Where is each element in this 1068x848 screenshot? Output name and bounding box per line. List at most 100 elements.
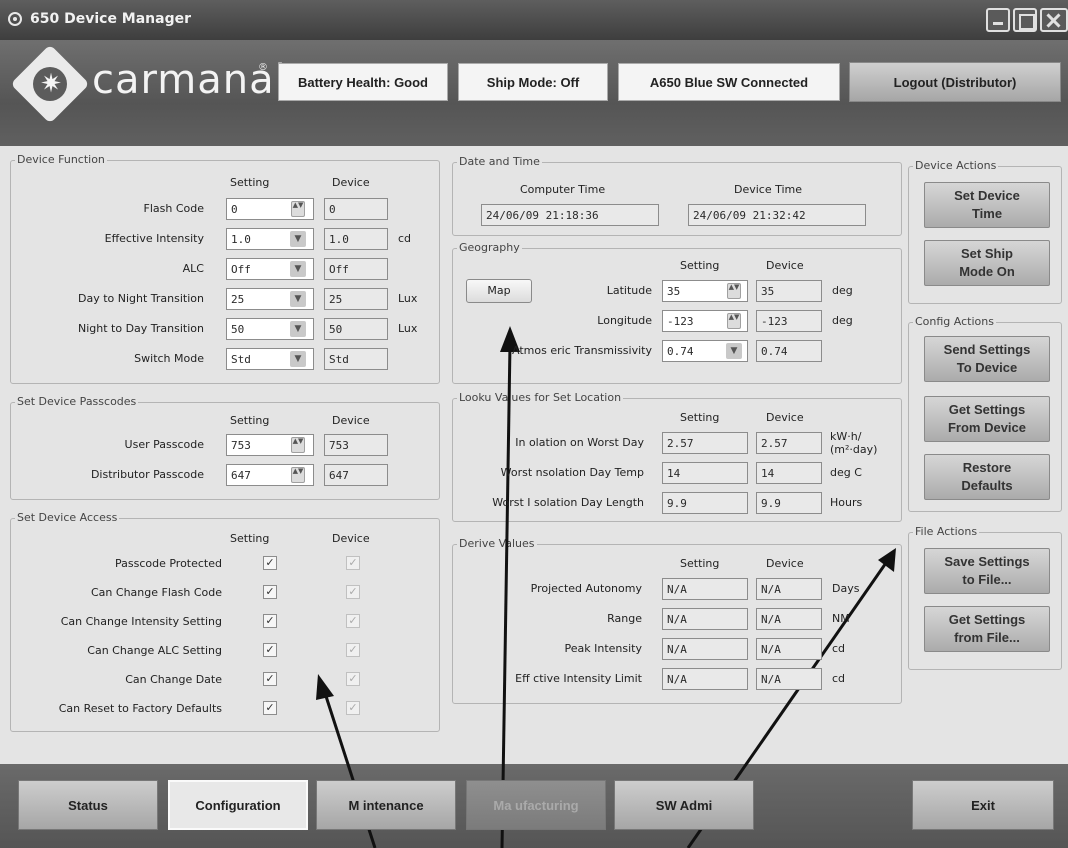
chevron-down-icon[interactable]: ▼ <box>290 261 306 277</box>
setting-field: 9.9 <box>662 492 748 514</box>
device-field: 753 <box>324 434 388 456</box>
row-label: Night to Day Transition <box>77 322 204 335</box>
device-field: Off <box>324 258 388 280</box>
row-label: Projected Autonomy <box>530 582 642 595</box>
column-header-device: Device <box>332 176 370 189</box>
column-header-device: Device <box>332 414 370 427</box>
row-label: Worst nsolation Day Temp <box>500 466 644 479</box>
tab-sw-admin[interactable]: SW Admi <box>614 780 754 830</box>
group-title: Set Device Passcodes <box>15 395 139 408</box>
unit-label: deg C <box>830 466 862 479</box>
device-field: 0 <box>324 198 388 220</box>
setting-checkbox[interactable]: ✓ <box>263 701 277 715</box>
chevron-down-icon[interactable]: ▼ <box>290 321 306 337</box>
setting-checkbox[interactable]: ✓ <box>263 556 277 570</box>
setting-field: N/A <box>662 578 748 600</box>
header-bar: ✷ carmanah ® Battery Health: Good Ship M… <box>0 40 1068 146</box>
unit-label: deg <box>832 284 853 297</box>
unit-label: NM <box>832 612 850 625</box>
group-title: Set Device Access <box>15 511 120 524</box>
row-label: Peak Intensity <box>564 642 643 655</box>
device-checkbox: ✓ <box>346 614 360 628</box>
chevron-down-icon[interactable]: ▼ <box>290 351 306 367</box>
setting-field: N/A <box>662 608 748 630</box>
tab-maintenance[interactable]: M intenance <box>316 780 456 830</box>
get-settings-device-button[interactable]: Get Settings From Device <box>924 396 1050 442</box>
row-label: Latitude <box>606 284 652 297</box>
setting-checkbox[interactable]: ✓ <box>263 672 277 686</box>
chevron-down-icon[interactable]: ▼ <box>290 291 306 307</box>
column-header-setting: Setting <box>230 176 270 189</box>
computer-time-field: 24/06/09 21:18:36 <box>481 204 659 226</box>
minimize-icon[interactable] <box>986 8 1010 32</box>
spinner-icon[interactable]: ▲▼ <box>291 201 305 217</box>
device-field: 2.57 <box>756 432 822 454</box>
unit-label: Lux <box>398 292 418 305</box>
unit-label: cd <box>398 232 412 245</box>
chevron-down-icon[interactable]: ▼ <box>290 231 306 247</box>
spinner-icon[interactable]: ▲▼ <box>727 313 741 329</box>
close-icon[interactable] <box>1040 8 1068 32</box>
row-label: Passcode Protected <box>114 557 222 570</box>
brand-registered-mark: ® <box>258 62 268 73</box>
device-checkbox: ✓ <box>346 672 360 686</box>
device-time-field: 24/06/09 21:32:42 <box>688 204 866 226</box>
row-label: Longitude <box>597 314 652 327</box>
group-title: Geography <box>457 241 522 254</box>
spinner-icon[interactable]: ▲▼ <box>291 467 305 483</box>
row-label: Switch Mode <box>134 352 204 365</box>
unit-label: Hours <box>830 496 863 509</box>
column-header-setting: Setting <box>680 411 720 424</box>
set-device-time-button[interactable]: Set Device Time <box>924 182 1050 228</box>
row-label: Atmos eric Transmissivity <box>512 344 652 357</box>
spinner-icon[interactable]: ▲▼ <box>727 283 741 299</box>
device-field: 1.0 <box>324 228 388 250</box>
save-settings-file-button[interactable]: Save Settings to File... <box>924 548 1050 594</box>
set-ship-mode-button[interactable]: Set Ship Mode On <box>924 240 1050 286</box>
group-title: Config Actions <box>913 315 996 328</box>
setting-checkbox[interactable]: ✓ <box>263 614 277 628</box>
column-header-setting: Setting <box>230 532 270 545</box>
row-label: In olation on Worst Day <box>515 436 644 449</box>
column-header-device: Device <box>332 532 370 545</box>
exit-button[interactable]: Exit <box>912 780 1054 830</box>
computer-time-label: Computer Time <box>520 183 606 196</box>
device-field: 50 <box>324 318 388 340</box>
row-label: Distributor Passcode <box>90 468 204 481</box>
group-title: Looku Values for Set Location <box>457 391 624 404</box>
unit-label: Days <box>832 582 860 595</box>
row-label: ALC <box>182 262 204 275</box>
device-field: N/A <box>756 608 822 630</box>
setting-checkbox[interactable]: ✓ <box>263 585 277 599</box>
restore-defaults-button[interactable]: Restore Defaults <box>924 454 1050 500</box>
device-field: Std <box>324 348 388 370</box>
device-manager-window: 650 Device Manager ✷ carmanah ® Battery … <box>0 0 1068 848</box>
row-label: Day to Night Transition <box>77 292 204 305</box>
row-label: Effective Intensity <box>104 232 204 245</box>
row-label: Can Reset to Factory Defaults <box>58 702 222 715</box>
send-settings-button[interactable]: Send Settings To Device <box>924 336 1050 382</box>
device-field: N/A <box>756 668 822 690</box>
setting-checkbox[interactable]: ✓ <box>263 643 277 657</box>
device-time-label: Device Time <box>734 183 803 196</box>
connection-status: A650 Blue SW Connected <box>618 63 840 101</box>
device-field: 25 <box>324 288 388 310</box>
spinner-icon[interactable]: ▲▼ <box>291 437 305 453</box>
column-header-device: Device <box>766 557 804 570</box>
chevron-down-icon[interactable]: ▼ <box>726 343 742 359</box>
logout-button[interactable]: Logout (Distributor) <box>849 62 1061 102</box>
row-label: Can Change Date <box>125 673 222 686</box>
tab-configuration[interactable]: Configuration <box>168 780 308 830</box>
unit-label: cd <box>832 672 846 685</box>
unit-label: cd <box>832 642 846 655</box>
maximize-icon[interactable] <box>1013 8 1037 32</box>
group-title: Device Actions <box>913 159 999 172</box>
title-bar: 650 Device Manager <box>0 0 1068 40</box>
unit-label: deg <box>832 314 853 327</box>
row-label: Can Change ALC Setting <box>87 644 222 657</box>
column-header-device: Device <box>766 411 804 424</box>
row-label: Can Change Flash Code <box>91 586 222 599</box>
tab-status[interactable]: Status <box>18 780 158 830</box>
get-settings-file-button[interactable]: Get Settings from File... <box>924 606 1050 652</box>
row-label: User Passcode <box>124 438 204 451</box>
